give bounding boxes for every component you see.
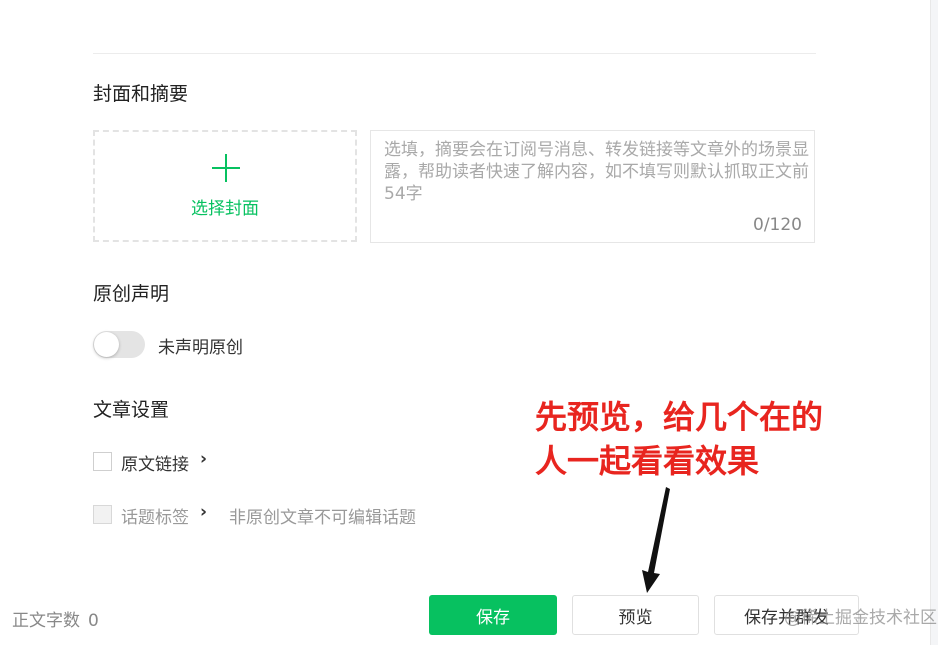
topic-tag-checkbox <box>93 505 112 524</box>
word-count-value: 0 <box>88 611 99 631</box>
topic-tag-hint: 非原创文章不可编辑话题 <box>229 508 416 528</box>
plus-icon <box>212 154 240 182</box>
toggle-knob <box>94 332 119 357</box>
original-toggle[interactable] <box>93 331 145 358</box>
chevron-right-icon: › <box>200 502 208 522</box>
select-cover-label: 选择封面 <box>191 199 259 219</box>
article-settings-title: 文章设置 <box>93 399 170 421</box>
annotation-text: 先预览，给几个在的 人一起看看效果 <box>535 395 855 483</box>
cover-summary-title: 封面和摘要 <box>93 83 189 105</box>
original-toggle-label: 未声明原创 <box>158 338 243 358</box>
article-settings-page: 封面和摘要 选择封面 选填，摘要会在订阅号消息、转发链接等文章外的场景显露，帮助… <box>0 0 938 645</box>
summary-char-count: 0/120 <box>753 215 802 235</box>
source-link-checkbox[interactable] <box>93 452 112 471</box>
word-count-label: 正文字数 <box>12 611 80 631</box>
annotation-line-1: 先预览，给几个在的 <box>535 398 824 436</box>
summary-textarea[interactable]: 选填，摘要会在订阅号消息、转发链接等文章外的场景显露，帮助读者快速了解内容，如不… <box>370 130 815 243</box>
source-link-label[interactable]: 原文链接 <box>121 450 189 475</box>
select-cover-button[interactable]: 选择封面 <box>93 130 357 242</box>
scrollbar-track[interactable] <box>930 0 938 645</box>
watermark: @稀土掘金技术社区 <box>784 608 937 628</box>
divider <box>93 53 816 54</box>
save-button[interactable]: 保存 <box>429 595 557 635</box>
annotation-arrow-icon <box>642 487 670 593</box>
summary-placeholder: 选填，摘要会在订阅号消息、转发链接等文章外的场景显露，帮助读者快速了解内容，如不… <box>384 140 809 204</box>
word-count: 正文字数 0 <box>12 606 99 631</box>
annotation-line-2: 人一起看看效果 <box>535 442 760 480</box>
topic-tag-label: 话题标签 <box>121 508 189 528</box>
chevron-right-icon[interactable]: › <box>200 449 207 469</box>
original-declaration-title: 原创声明 <box>93 283 170 305</box>
preview-button[interactable]: 预览 <box>572 595 699 635</box>
